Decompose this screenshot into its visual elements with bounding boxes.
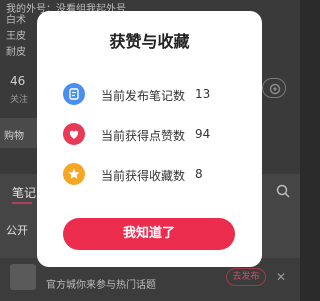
gear-icon bbox=[269, 83, 281, 95]
stat-label: 当前发布笔记数 bbox=[101, 89, 186, 103]
stat-value: 94 bbox=[195, 127, 211, 141]
note-icon bbox=[63, 83, 85, 105]
settings-button bbox=[262, 78, 286, 98]
heart-icon bbox=[63, 123, 85, 145]
banner-text: 官方城你来参与热门话题 bbox=[46, 280, 156, 291]
following-count: 46 bbox=[10, 74, 26, 88]
bio-line: 白术 bbox=[6, 15, 26, 26]
close-icon: ✕ bbox=[276, 270, 287, 284]
search-icon bbox=[276, 184, 290, 198]
public-label: 公开 bbox=[6, 224, 28, 237]
bio-line: 耐皮 bbox=[6, 47, 26, 58]
tab-underline bbox=[12, 202, 32, 204]
got-it-button[interactable]: 我知道了 bbox=[63, 218, 235, 250]
bio-line: 王皮 bbox=[6, 31, 26, 42]
stat-row-notes: 当前发布笔记数 13 bbox=[63, 83, 243, 109]
dialog-title: 获赞与收藏 bbox=[109, 32, 190, 51]
following-label: 关注 bbox=[10, 95, 29, 105]
stat-value: 8 bbox=[195, 167, 203, 181]
stat-row-collections: 当前获得收藏数 8 bbox=[63, 163, 243, 189]
shop-label: 购物 bbox=[4, 131, 24, 142]
star-icon bbox=[63, 163, 85, 185]
stat-value: 13 bbox=[195, 87, 211, 101]
stat-label: 当前获得点赞数 bbox=[101, 129, 186, 143]
stat-label: 当前获得收藏数 bbox=[101, 169, 186, 183]
likes-and-collections-dialog: 获赞与收藏 当前发布笔记数 13 当前获得点赞数 94 当前获得收藏数 8 我知… bbox=[37, 11, 262, 267]
banner-thumbnail bbox=[10, 264, 36, 290]
stat-row-likes: 当前获得点赞数 94 bbox=[63, 123, 243, 149]
publish-button: 去发布 bbox=[226, 268, 266, 286]
tab-notes: 笔记 bbox=[12, 186, 37, 200]
